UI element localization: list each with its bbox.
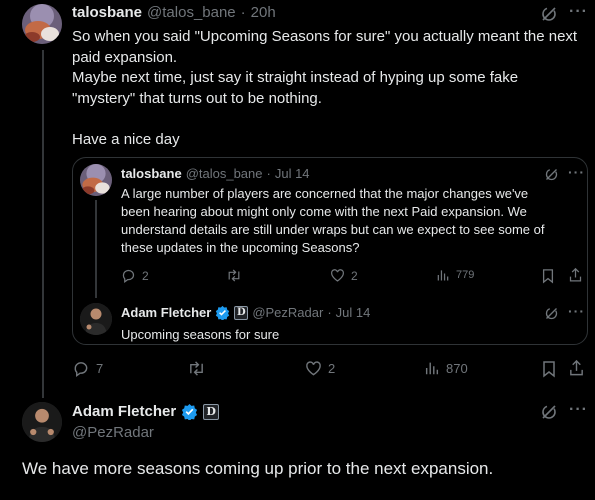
author-name[interactable]: Adam Fletcher [72, 403, 176, 420]
like-stat[interactable]: 2 [305, 360, 335, 377]
like-count: 2 [328, 361, 336, 376]
reply-count: 2 [142, 268, 149, 283]
verified-icon [215, 305, 230, 320]
bookmark-icon[interactable] [541, 360, 557, 378]
main-tweet-text: So when you said "Upcoming Seasons for s… [72, 27, 592, 150]
views-count: 779 [456, 269, 475, 281]
thread-line [42, 50, 44, 398]
retweet-stat[interactable] [226, 268, 248, 283]
more-icon[interactable]: ··· [568, 164, 585, 180]
more-icon[interactable]: ··· [568, 303, 585, 319]
tweet-line: these updates in the upcoming Seasons? [121, 240, 360, 255]
like-stat[interactable]: 2 [330, 268, 358, 283]
reply-tweet-text: We have more seasons coming up prior to … [22, 459, 494, 478]
reply-count: 7 [96, 361, 104, 376]
separator-dot: · [266, 166, 271, 181]
reply-tweet-header: Adam Fletcher D [72, 403, 220, 420]
tweet-line: "mystery" that turns out to be nothing. [72, 89, 322, 107]
share-icon[interactable] [568, 359, 585, 377]
views-stat[interactable]: 870 [424, 360, 468, 376]
share-icon[interactable] [568, 267, 583, 283]
timestamp[interactable]: Jul 14 [336, 305, 371, 320]
verified-icon [181, 403, 198, 420]
author-name[interactable]: Adam Fletcher [121, 305, 211, 320]
grok-icon[interactable] [544, 167, 559, 182]
quoted-tweet-header: talosbane @talos_bane · Jul 14 [121, 166, 310, 181]
avatar-talosbane[interactable] [22, 4, 62, 44]
more-icon[interactable]: ··· [569, 401, 588, 419]
avatar-adam-fletcher-quoted[interactable] [80, 303, 112, 335]
main-tweet-header: talosbane @talos_bane · 20h [72, 4, 276, 21]
bookmark-icon[interactable] [541, 268, 555, 284]
author-name[interactable]: talosbane [121, 166, 182, 181]
separator-dot: · [240, 4, 246, 21]
avatar-talosbane-quoted[interactable] [80, 164, 112, 196]
grok-icon[interactable] [540, 403, 558, 421]
tweet-line: Maybe next time, just say it straight in… [72, 69, 519, 86]
more-icon[interactable]: ··· [569, 3, 588, 21]
grok-icon[interactable] [544, 306, 559, 321]
views-stat[interactable]: 779 [436, 268, 474, 282]
timestamp[interactable]: Jul 14 [275, 166, 310, 181]
reply-stat[interactable]: 7 [72, 360, 103, 377]
views-count: 870 [446, 360, 468, 376]
separator-dot: · [327, 305, 332, 320]
like-icon [305, 360, 322, 377]
like-count: 2 [351, 268, 358, 283]
retweet-stat[interactable] [187, 360, 212, 377]
grok-icon[interactable] [540, 5, 558, 23]
views-icon [424, 360, 440, 376]
quoted-reply-header: Adam Fletcher D @PezRadar · Jul 14 [121, 305, 370, 320]
tweet-line: A large number of players are concerned … [121, 186, 529, 201]
quoted-reply-text: Upcoming seasons for sure [121, 327, 280, 342]
author-handle[interactable]: @PezRadar [252, 305, 323, 320]
tweet-line: Have a nice day [72, 130, 180, 148]
like-icon [330, 268, 345, 283]
author-handle[interactable]: @talos_bane [186, 166, 263, 181]
author-name[interactable]: talosbane [72, 4, 142, 21]
retweet-icon [187, 360, 206, 377]
author-handle[interactable]: @talos_bane [147, 4, 236, 21]
tweet-line: been hearing about might only come with … [121, 204, 527, 219]
avatar-adam-fletcher[interactable] [22, 402, 62, 442]
tweet-line [72, 109, 592, 130]
timestamp[interactable]: 20h [251, 4, 276, 21]
tweet-line: paid expansion. [72, 48, 178, 66]
retweet-icon [226, 268, 242, 283]
author-handle[interactable]: @PezRadar [72, 424, 154, 441]
reply-icon [121, 268, 136, 283]
quoted-thread-line [95, 200, 97, 298]
tweet-line: understand details are still under wraps… [121, 222, 545, 237]
affiliate-badge[interactable]: D [203, 403, 220, 420]
reply-icon [72, 360, 90, 377]
views-icon [436, 268, 450, 282]
quoted-tweet-text: A large number of players are concerned … [121, 185, 583, 257]
reply-stat[interactable]: 2 [121, 268, 149, 283]
tweet-line: So when you said "Upcoming Seasons for s… [72, 28, 578, 45]
affiliate-badge[interactable]: D [234, 305, 249, 320]
